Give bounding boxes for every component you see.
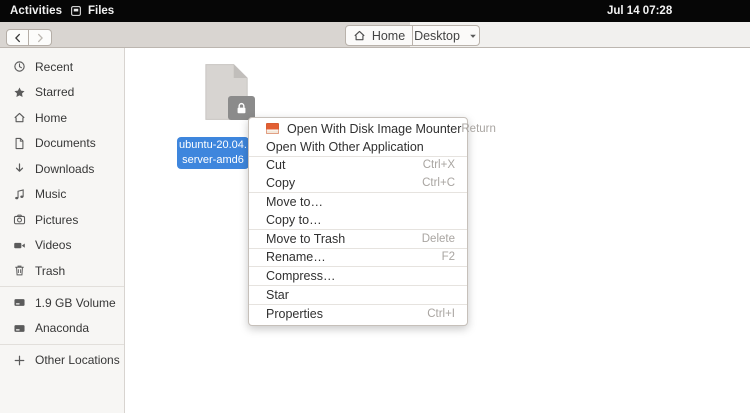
- star-icon: [13, 86, 26, 99]
- sidebar-separator: [0, 286, 124, 287]
- sidebar-item-1-9-gb-volume[interactable]: 1.9 GB Volume: [0, 290, 124, 316]
- sidebar-item-videos[interactable]: Videos: [0, 233, 124, 259]
- menu-item-shortcut: Return: [461, 123, 496, 135]
- plus-icon: [13, 354, 26, 367]
- path-button-desktop[interactable]: Desktop: [413, 25, 480, 46]
- video-icon: [13, 239, 26, 252]
- sidebar-item-label: Trash: [35, 264, 65, 278]
- menu-item-copy[interactable]: Copy Ctrl+C: [249, 174, 467, 192]
- chevron-down-icon: [468, 31, 478, 41]
- menu-item-shortcut: Ctrl+C: [422, 177, 455, 189]
- path-button-desktop-label: Desktop: [414, 29, 460, 43]
- context-menu: Open With Disk Image MounterReturnOpen W…: [248, 117, 468, 326]
- desktop-screen: Activities Files Jul 14 07:28: [0, 0, 750, 413]
- file-name-line1: ubuntu-20.04.: [177, 138, 249, 153]
- sidebar-item-label: Pictures: [35, 213, 78, 227]
- menu-item-label: Compress…: [266, 269, 335, 283]
- selected-file-name: ubuntu-20.04. server-amd6: [177, 137, 249, 169]
- sidebar-item-home[interactable]: Home: [0, 105, 124, 131]
- menu-item-shortcut: Ctrl+X: [423, 159, 455, 171]
- menu-item-label: Move to Trash: [266, 232, 345, 246]
- gnome-top-bar: Activities Files Jul 14 07:28: [0, 0, 750, 22]
- menu-item-shortcut: Delete: [422, 233, 455, 245]
- sidebar-item-other-locations[interactable]: Other Locations: [0, 348, 124, 374]
- drive-icon: [13, 322, 26, 335]
- menu-item-label: Move to…: [266, 195, 323, 209]
- camera-icon: [13, 213, 26, 226]
- menu-item-copy-to[interactable]: Copy to…: [249, 211, 467, 229]
- files-app-menu[interactable]: Files: [70, 0, 114, 22]
- sidebar: Recent Starred Home Documents Downloads Music…: [0, 48, 125, 413]
- menu-item-shortcut: Ctrl+I: [427, 308, 455, 320]
- menu-item-label: Properties: [266, 307, 323, 321]
- clock-icon: [13, 60, 26, 73]
- path-bar: Home Desktop: [345, 25, 480, 46]
- back-button[interactable]: [6, 29, 29, 46]
- sidebar-item-downloads[interactable]: Downloads: [0, 156, 124, 182]
- files-app-icon: [70, 5, 82, 17]
- sidebar-item-documents[interactable]: Documents: [0, 131, 124, 157]
- sidebar-item-label: Videos: [35, 238, 71, 252]
- home-icon: [353, 29, 366, 42]
- menu-item-label: Cut: [266, 158, 285, 172]
- menu-item-compress[interactable]: Compress…: [249, 267, 467, 285]
- path-button-home[interactable]: Home: [345, 25, 413, 46]
- sidebar-item-label: 1.9 GB Volume: [35, 296, 116, 310]
- menu-item-move-to-trash[interactable]: Move to Trash Delete: [249, 230, 467, 248]
- sidebar-item-trash[interactable]: Trash: [0, 258, 124, 284]
- menu-item-label: Open With Other Application: [266, 140, 424, 154]
- sidebar-item-recent[interactable]: Recent: [0, 54, 124, 80]
- menu-item-rename[interactable]: Rename… F2: [249, 249, 467, 267]
- navigation-buttons: [6, 29, 52, 46]
- sidebar-item-label: Anaconda: [35, 321, 89, 335]
- menu-item-star[interactable]: Star: [249, 286, 467, 304]
- sidebar-item-label: Other Locations: [35, 353, 120, 367]
- sidebar-item-label: Documents: [35, 136, 96, 150]
- menu-item-open-with-other-application[interactable]: Open With Other Application: [249, 138, 467, 156]
- menu-item-shortcut: F2: [442, 251, 455, 263]
- sidebar-item-anaconda[interactable]: Anaconda: [0, 316, 124, 342]
- menu-item-label: Copy: [266, 176, 295, 190]
- menu-item-label: Copy to…: [266, 213, 322, 227]
- sidebar-item-starred[interactable]: Starred: [0, 80, 124, 106]
- sidebar-item-label: Home: [35, 111, 67, 125]
- sidebar-separator: [0, 344, 124, 345]
- activities-button[interactable]: Activities: [10, 0, 62, 22]
- drive-icon: [13, 296, 26, 309]
- disk-image-icon: [266, 123, 279, 134]
- music-icon: [13, 188, 26, 201]
- menu-item-open-with-disk-image-mounter[interactable]: Open With Disk Image MounterReturn: [249, 120, 467, 138]
- sidebar-item-pictures[interactable]: Pictures: [0, 207, 124, 233]
- clock[interactable]: Jul 14 07:28: [607, 0, 672, 22]
- chevron-left-icon: [12, 32, 24, 44]
- path-button-home-label: Home: [372, 29, 405, 43]
- toolbar: Home Desktop: [0, 22, 750, 48]
- file-name-line2: server-amd6: [177, 153, 249, 168]
- forward-button[interactable]: [29, 29, 52, 46]
- chevron-right-icon: [34, 32, 46, 44]
- sidebar-item-label: Downloads: [35, 162, 94, 176]
- document-icon: [13, 137, 26, 150]
- sidebar-item-label: Recent: [35, 60, 73, 74]
- sidebar-item-label: Music: [35, 187, 66, 201]
- menu-item-label: Rename…: [266, 250, 326, 264]
- menu-item-move-to[interactable]: Move to…: [249, 193, 467, 211]
- home-icon: [13, 111, 26, 124]
- sidebar-item-label: Starred: [35, 85, 74, 99]
- download-icon: [13, 162, 26, 175]
- menu-item-label: Star: [266, 288, 289, 302]
- menu-item-properties[interactable]: Properties Ctrl+I: [249, 305, 467, 323]
- files-app-menu-label: Files: [88, 5, 114, 17]
- menu-item-cut[interactable]: Cut Ctrl+X: [249, 157, 467, 175]
- menu-item-label: Open With Disk Image Mounter: [287, 122, 461, 136]
- sidebar-item-music[interactable]: Music: [0, 182, 124, 208]
- trash-icon: [13, 264, 26, 277]
